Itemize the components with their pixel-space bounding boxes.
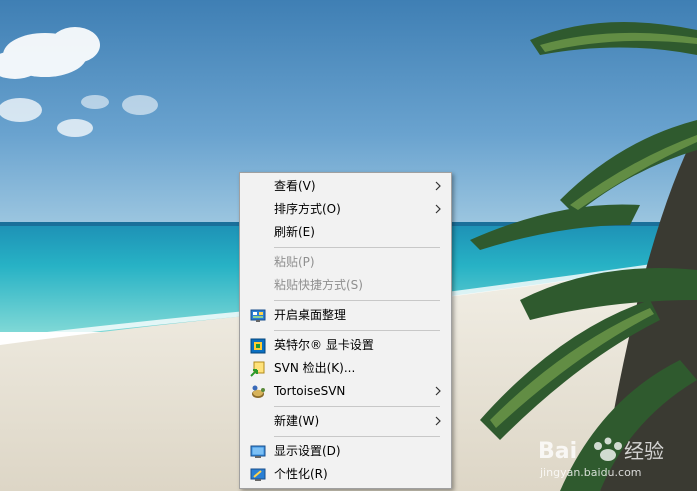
- menu-item-sort-label: 排序方式(O): [274, 202, 341, 216]
- menu-item-intel-graphics[interactable]: 英特尔® 显卡设置: [240, 334, 451, 357]
- tortoise-icon: [252, 385, 265, 398]
- submenu-arrow-icon: [435, 416, 441, 426]
- desktop-context-menu: 查看(V) 排序方式(O) 刷新(E) 粘贴(P) 粘贴快捷方式(S) 开启桌面…: [239, 172, 452, 489]
- personalize-icon: [250, 468, 266, 481]
- menu-separator: [274, 436, 440, 437]
- menu-item-view[interactable]: 查看(V): [240, 175, 451, 198]
- menu-item-intel-graphics-label: 英特尔® 显卡设置: [274, 338, 374, 352]
- submenu-arrow-icon: [435, 181, 441, 191]
- menu-item-refresh[interactable]: 刷新(E): [240, 221, 451, 244]
- menu-item-tortoisesvn-label: TortoiseSVN: [274, 384, 346, 398]
- menu-item-paste: 粘贴(P): [240, 251, 451, 274]
- display-icon: [250, 445, 266, 458]
- menu-item-display-settings[interactable]: 显示设置(D): [240, 440, 451, 463]
- menu-item-new[interactable]: 新建(W): [240, 410, 451, 433]
- menu-item-sort[interactable]: 排序方式(O): [240, 198, 451, 221]
- menu-separator: [274, 330, 440, 331]
- menu-separator: [274, 247, 440, 248]
- submenu-arrow-icon: [435, 204, 441, 214]
- menu-item-view-label: 查看(V): [274, 179, 316, 193]
- menu-item-tortoisesvn[interactable]: TortoiseSVN: [240, 380, 451, 403]
- menu-item-personalize[interactable]: 个性化(R): [240, 463, 451, 486]
- svg-text:Bai: Bai: [538, 439, 577, 464]
- svg-text:经验: 经验: [624, 439, 664, 463]
- menu-separator: [274, 300, 440, 301]
- monitor-icon: [250, 309, 266, 322]
- menu-item-paste-shortcut: 粘贴快捷方式(S): [240, 274, 451, 297]
- menu-item-personalize-label: 个性化(R): [274, 467, 328, 481]
- menu-item-paste-shortcut-label: 粘贴快捷方式(S): [274, 278, 363, 292]
- menu-item-paste-label: 粘贴(P): [274, 255, 315, 269]
- menu-item-display-settings-label: 显示设置(D): [274, 444, 341, 458]
- svn-checkout-icon: [250, 361, 265, 377]
- menu-item-svn-checkout-label: SVN 检出(K)...: [274, 361, 356, 375]
- menu-item-desktop-organize[interactable]: 开启桌面整理: [240, 304, 451, 327]
- intel-graphics-icon: [250, 338, 266, 354]
- baidu-jingyan-watermark: Bai 经验 jingyan.baidu.com: [520, 432, 690, 488]
- menu-item-refresh-label: 刷新(E): [274, 225, 315, 239]
- watermark-url: jingyan.baidu.com: [540, 466, 642, 479]
- submenu-arrow-icon: [435, 386, 441, 396]
- baidu-logo-icon: Bai 经验: [538, 437, 664, 464]
- menu-item-svn-checkout[interactable]: SVN 检出(K)...: [240, 357, 451, 380]
- menu-item-desktop-organize-label: 开启桌面整理: [274, 308, 347, 322]
- menu-separator: [274, 406, 440, 407]
- menu-item-new-label: 新建(W): [274, 414, 320, 428]
